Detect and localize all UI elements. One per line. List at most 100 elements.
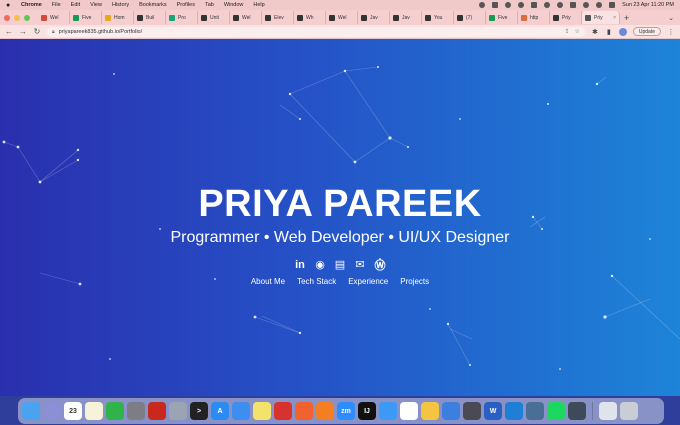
status-icon[interactable] <box>557 2 564 8</box>
dock-preview-icon[interactable] <box>169 402 187 420</box>
forward-button[interactable]: → <box>19 27 27 36</box>
menu-bookmarks[interactable]: Bookmarks <box>139 2 167 8</box>
pdf-icon[interactable]: ▤ <box>334 258 347 271</box>
wifi-icon[interactable] <box>583 2 590 8</box>
browser-tab[interactable]: http× <box>518 11 550 24</box>
menu-tab[interactable]: Tab <box>205 2 214 8</box>
menu-help[interactable]: Help <box>253 2 264 8</box>
dock-trash-icon[interactable] <box>620 402 638 420</box>
browser-tab[interactable]: You× <box>422 11 454 24</box>
dock-vscode-icon[interactable] <box>505 402 523 420</box>
browser-tab[interactable]: Buil× <box>134 11 166 24</box>
apple-icon[interactable]: ● <box>6 2 13 9</box>
close-tab-icon[interactable]: × <box>613 15 616 21</box>
menu-window[interactable]: Window <box>224 2 244 8</box>
browser-tab[interactable]: Priy× <box>582 11 620 24</box>
browser-tab[interactable]: Wel× <box>38 11 70 24</box>
browser-tab[interactable]: Unti× <box>198 11 230 24</box>
browser-tab[interactable]: Elev× <box>262 11 294 24</box>
desktop-strip: 23 > Azm IJ W <box>0 396 680 425</box>
dock-safari-icon[interactable] <box>379 402 397 420</box>
wordpress-icon[interactable]: Ⓦ <box>374 258 387 272</box>
menu-history[interactable]: History <box>112 2 129 8</box>
browser-tab[interactable]: Five× <box>70 11 102 24</box>
nav-link-experience[interactable]: Experience <box>348 277 388 286</box>
bookmark-star-icon[interactable]: ☆ <box>574 28 579 35</box>
dock-zoom-icon[interactable]: zm <box>337 402 355 420</box>
menu-view[interactable]: View <box>90 2 102 8</box>
dock-slack-icon[interactable] <box>400 402 418 420</box>
browser-tab[interactable]: Wh× <box>294 11 326 24</box>
dock-settings-icon[interactable] <box>127 402 145 420</box>
dock-firefox-icon[interactable] <box>316 402 334 420</box>
menu-file[interactable]: File <box>52 2 61 8</box>
status-icon[interactable] <box>479 2 486 8</box>
share-icon[interactable]: ⇪ <box>564 28 569 35</box>
dock-mail-icon[interactable] <box>232 402 250 420</box>
zoom-window-button[interactable] <box>24 14 30 21</box>
browser-tab[interactable]: Priy× <box>550 11 582 24</box>
dock-screen-icon[interactable] <box>526 402 544 420</box>
browser-tab[interactable]: Five× <box>486 11 518 24</box>
lock-icon[interactable]: 🔒︎ <box>52 29 55 35</box>
update-button[interactable]: Update <box>632 27 661 36</box>
status-icon[interactable] <box>492 2 499 8</box>
menu-edit[interactable]: Edit <box>71 2 80 8</box>
dock-xcode-icon[interactable] <box>442 402 460 420</box>
menu-profiles[interactable]: Profiles <box>177 2 195 8</box>
dock-ruby-icon[interactable] <box>148 402 166 420</box>
status-icon[interactable] <box>505 2 512 8</box>
mail-icon[interactable]: ✉ <box>354 258 367 271</box>
dock-instruments-icon[interactable] <box>463 402 481 420</box>
hero-subtitle: Programmer • Web Developer • UI/UX Desig… <box>170 229 510 246</box>
extensions-icon[interactable]: ✱ <box>591 28 599 36</box>
dock-numbers-icon[interactable] <box>106 402 124 420</box>
dock-spotify-icon[interactable] <box>547 402 565 420</box>
minimize-window-button[interactable] <box>14 14 20 21</box>
dock-downloads-icon[interactable] <box>599 402 617 420</box>
tab-search-icon[interactable]: ⌄ <box>668 14 674 22</box>
github-icon[interactable]: ◉ <box>314 258 327 271</box>
control-center-icon[interactable] <box>609 2 616 8</box>
dock-terminal-icon[interactable]: > <box>190 402 208 420</box>
hero-name: PRIYA PAREEK <box>198 183 482 225</box>
dock-quicktime-icon[interactable] <box>568 402 586 420</box>
browser-tab[interactable]: Jav× <box>390 11 422 24</box>
dock-app-store-icon[interactable]: A <box>211 402 229 420</box>
dock-creative-cloud-icon[interactable] <box>274 402 292 420</box>
menu-app-chrome[interactable]: Chrome <box>21 2 42 8</box>
nav-link-about-me[interactable]: About Me <box>251 277 285 286</box>
browser-tab[interactable]: Jav× <box>358 11 390 24</box>
nav-link-projects[interactable]: Projects <box>400 277 429 286</box>
address-bar[interactable]: 🔒︎ priyapareek835.github.io/Portfolio/ ⇪… <box>47 26 585 37</box>
dock-launchpad-icon[interactable] <box>43 402 61 420</box>
nav-link-tech-stack[interactable]: Tech Stack <box>297 277 336 286</box>
status-icon[interactable] <box>531 2 538 8</box>
linkedin-icon[interactable]: in <box>294 258 307 271</box>
dock-chrome-icon[interactable] <box>421 402 439 420</box>
reload-button[interactable]: ↻ <box>33 27 41 36</box>
dock-word-icon[interactable]: W <box>484 402 502 420</box>
chrome-menu-icon[interactable]: ⋮ <box>667 28 675 36</box>
menubar-clock[interactable]: Sun 23 Apr 11:20 PM <box>622 2 674 8</box>
browser-tab[interactable]: Hom× <box>102 11 134 24</box>
dock-calendar-icon[interactable]: 23 <box>64 402 82 420</box>
browser-tab[interactable]: Pro× <box>166 11 198 24</box>
profile-avatar[interactable] <box>618 27 627 36</box>
sidepanel-icon[interactable]: ▮ <box>605 28 613 36</box>
dock-notes-icon[interactable] <box>85 402 103 420</box>
search-icon[interactable] <box>596 2 603 8</box>
new-tab-button[interactable]: + <box>624 13 629 23</box>
status-icon[interactable] <box>544 2 551 8</box>
dock-finder-icon[interactable] <box>22 402 40 420</box>
dock-stickies-icon[interactable] <box>253 402 271 420</box>
close-window-button[interactable] <box>4 14 10 21</box>
browser-tab[interactable]: Wel× <box>326 11 358 24</box>
dock-intellij-icon[interactable]: IJ <box>358 402 376 420</box>
battery-icon[interactable] <box>570 2 577 8</box>
dock-swift-icon[interactable] <box>295 402 313 420</box>
back-button[interactable]: ← <box>5 27 13 36</box>
browser-tab[interactable]: (7)× <box>454 11 486 24</box>
browser-tab[interactable]: Wel× <box>230 11 262 24</box>
status-icon[interactable] <box>518 2 525 8</box>
